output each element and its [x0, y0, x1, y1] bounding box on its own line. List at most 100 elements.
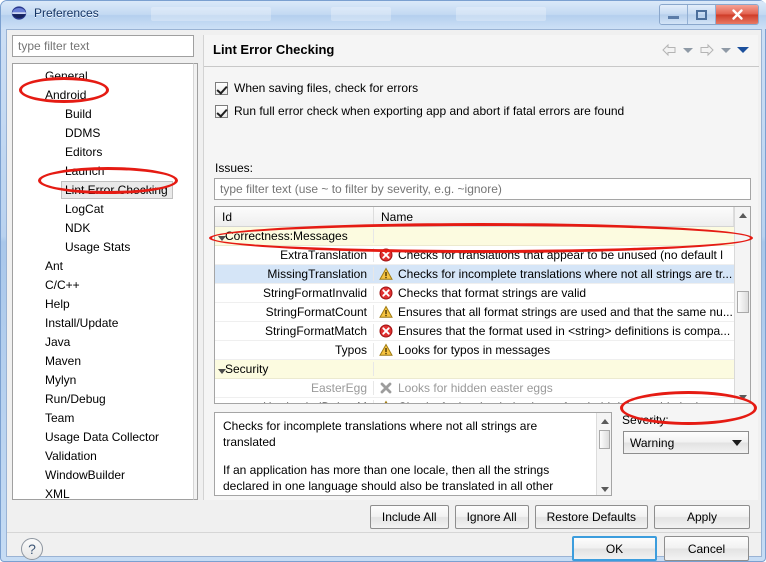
- row-id-extratranslation: ExtraTranslation: [215, 248, 374, 262]
- issues-filter-input[interactable]: [214, 178, 751, 200]
- forward-history-chevron-down-icon[interactable]: [721, 47, 731, 53]
- sidebar-item-usage-data-collector[interactable]: Usage Data Collector: [13, 428, 194, 447]
- maximize-button[interactable]: [688, 5, 716, 24]
- when-saving-files-checkbox-row[interactable]: When saving files, check for errors: [215, 81, 418, 95]
- sidebar-item-mylyn[interactable]: Mylyn: [13, 371, 194, 390]
- preferences-tree[interactable]: General Android Build DDMS Editors Launc…: [12, 63, 194, 500]
- row-name-text: Looks for typos in messages: [398, 343, 551, 357]
- sidebar-item-maven[interactable]: Maven: [13, 352, 194, 371]
- missing-translation-row[interactable]: MissingTranslation Checks for incomplete…: [215, 265, 750, 284]
- ignore-icon: [379, 381, 393, 395]
- table-row[interactable]: StringFormatMatch Ensures that the forma…: [215, 322, 750, 341]
- issue-action-buttons: Include All Ignore All Restore Defaults …: [369, 505, 750, 529]
- table-group-row-security[interactable]: Security: [215, 360, 750, 379]
- scroll-down-arrow-icon[interactable]: [597, 481, 611, 495]
- scroll-down-arrow-icon[interactable]: [735, 389, 750, 403]
- sidebar-item-ant[interactable]: Ant: [13, 257, 194, 276]
- error-icon: [379, 324, 393, 338]
- table-row[interactable]: EasterEgg Looks for hidden easter eggs: [215, 379, 750, 398]
- arrow-left-icon[interactable]: [661, 43, 677, 57]
- sidebar-item-ddms[interactable]: DDMS: [13, 124, 194, 143]
- sidebar-item-launch[interactable]: Launch: [13, 162, 194, 181]
- include-all-button[interactable]: Include All: [369, 505, 449, 529]
- table-row[interactable]: HardcodedDebugM Checks for hardcoded val…: [215, 398, 750, 403]
- description-scrollbar[interactable]: [596, 413, 611, 495]
- desktop-ghost-band-3: [456, 7, 546, 21]
- sidebar-item-general[interactable]: General: [13, 67, 194, 86]
- row-name-text: Looks for hidden easter eggs: [398, 381, 553, 395]
- run-full-error-check-checkbox-row[interactable]: Run full error check when exporting app …: [215, 104, 624, 118]
- sidebar-item-help[interactable]: Help: [13, 295, 194, 314]
- close-button[interactable]: [716, 5, 758, 24]
- table-row[interactable]: StringFormatCount Ensures that all forma…: [215, 303, 750, 322]
- tree-scrollbar[interactable]: [193, 63, 198, 500]
- table-group-row-correctness-messages[interactable]: Correctness:Messages: [215, 227, 750, 246]
- sidebar-item-ndk[interactable]: NDK: [13, 219, 194, 238]
- issues-table[interactable]: Id Name Correctness:Messages ExtraTransl…: [214, 206, 751, 404]
- ok-button[interactable]: OK: [572, 536, 657, 561]
- row-name-cell: Checks for translations that appear to b…: [374, 248, 750, 262]
- sidebar-item-usage-stats[interactable]: Usage Stats: [13, 238, 194, 257]
- column-header-id[interactable]: Id: [215, 207, 374, 226]
- checkbox-checked-icon[interactable]: [215, 104, 228, 118]
- issue-description-box: Checks for incomplete translations where…: [214, 412, 612, 496]
- sidebar-item-logcat[interactable]: LogCat: [13, 200, 194, 219]
- footer-separator: [7, 532, 761, 533]
- sidebar-item-java[interactable]: Java: [13, 333, 194, 352]
- description-paragraph-1: Checks for incomplete translations where…: [223, 419, 538, 449]
- row-id-stringformatinvalid: StringFormatInvalid: [215, 286, 374, 300]
- sidebar-item-run-debug[interactable]: Run/Debug: [13, 390, 194, 409]
- column-header-name[interactable]: Name: [374, 207, 734, 226]
- description-paragraph-2: If an application has more than one loca…: [223, 463, 554, 493]
- sidebar-item-editors[interactable]: Editors: [13, 143, 194, 162]
- window-title: Preferences: [34, 6, 99, 20]
- arrow-right-icon[interactable]: [699, 43, 715, 57]
- row-name-cell: Looks for hidden easter eggs: [374, 381, 750, 395]
- scroll-up-arrow-icon[interactable]: [735, 207, 750, 223]
- apply-button[interactable]: Apply: [654, 505, 750, 529]
- table-row[interactable]: StringFormatInvalid Checks that format s…: [215, 284, 750, 303]
- scrollbar-thumb[interactable]: [737, 291, 749, 313]
- cancel-button[interactable]: Cancel: [664, 536, 749, 561]
- row-name-cell: Ensures that all format strings are used…: [374, 305, 750, 319]
- page-menu-chevron-down-icon[interactable]: [737, 47, 749, 53]
- sidebar-item-build[interactable]: Build: [13, 105, 194, 124]
- table-row[interactable]: Typos Looks for typos in messages: [215, 341, 750, 360]
- row-name-text: Checks that format strings are valid: [398, 286, 587, 300]
- restore-defaults-button[interactable]: Restore Defaults: [534, 505, 648, 529]
- row-id-stringformatcount: StringFormatCount: [215, 305, 374, 319]
- warning-icon: [379, 305, 393, 319]
- ignore-all-button[interactable]: Ignore All: [454, 505, 529, 529]
- sidebar-item-android[interactable]: Android: [13, 86, 194, 105]
- row-name-cell: Checks for hardcoded values of android:d…: [374, 400, 750, 403]
- sidebar-item-windowbuilder[interactable]: WindowBuilder: [13, 466, 194, 485]
- sidebar-item-validation[interactable]: Validation: [13, 447, 194, 466]
- sidebar-item-xml[interactable]: XML: [13, 485, 194, 499]
- checkbox-checked-icon[interactable]: [215, 81, 228, 95]
- back-history-chevron-down-icon[interactable]: [683, 47, 693, 53]
- row-name-text: Checks for incomplete translations where…: [398, 267, 733, 281]
- minimize-button[interactable]: [660, 5, 688, 24]
- warning-icon: [379, 400, 393, 403]
- sidebar-item-install-update[interactable]: Install/Update: [13, 314, 194, 333]
- scrollbar-thumb[interactable]: [599, 430, 610, 449]
- scroll-up-arrow-icon[interactable]: [597, 413, 611, 429]
- sidebar-item-c-cpp[interactable]: C/C++: [13, 276, 194, 295]
- row-name-cell: Ensures that the format used in <string>…: [374, 324, 750, 338]
- chevron-down-icon: [732, 439, 742, 446]
- page-navigation: [661, 43, 749, 57]
- tree-filter-input[interactable]: [12, 35, 194, 57]
- row-name-cell: Checks for incomplete translations where…: [374, 267, 750, 281]
- severity-dropdown[interactable]: Warning: [623, 431, 749, 454]
- warning-icon: [379, 267, 393, 281]
- severity-label: Severity:: [622, 413, 669, 427]
- close-icon: [731, 9, 743, 20]
- row-name-text: Ensures that all format strings are used…: [398, 305, 733, 319]
- sidebar-item-team[interactable]: Team: [13, 409, 194, 428]
- window-title-group: Preferences: [11, 5, 99, 21]
- table-vertical-scrollbar[interactable]: [734, 207, 750, 403]
- window-controls: [659, 4, 759, 25]
- help-question-icon[interactable]: ?: [21, 538, 43, 560]
- table-row[interactable]: ExtraTranslation Checks for translations…: [215, 246, 750, 265]
- sidebar-item-lint-error-checking[interactable]: Lint Error Checking: [61, 181, 173, 199]
